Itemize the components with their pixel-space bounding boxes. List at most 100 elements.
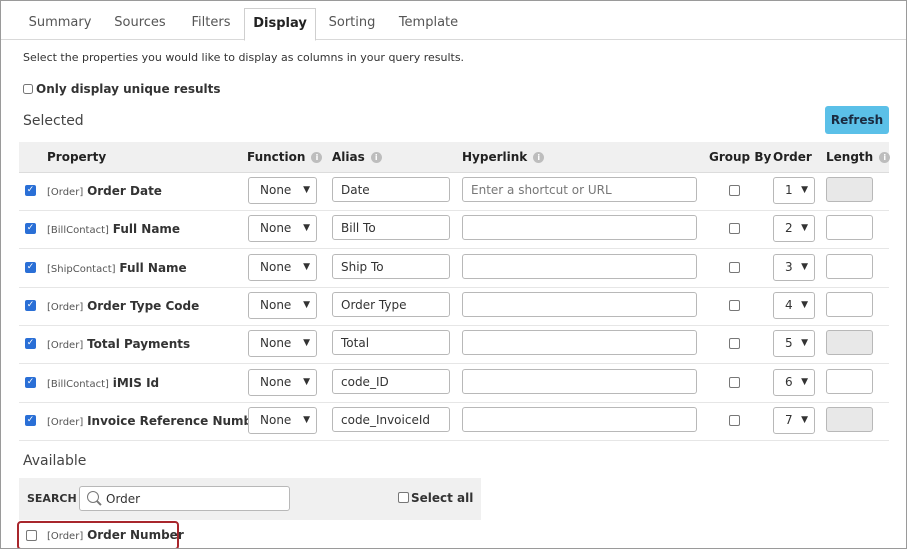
- tab-sorting[interactable]: Sorting: [321, 8, 383, 38]
- alias-input[interactable]: Bill To: [332, 215, 450, 240]
- order-select[interactable]: 5 ▼: [773, 330, 815, 357]
- hyperlink-input[interactable]: [462, 215, 697, 240]
- header-length: Length i: [826, 142, 891, 172]
- group-by-checkbox[interactable]: [729, 415, 740, 426]
- row-include-checkbox[interactable]: ✓: [25, 300, 36, 311]
- order-select[interactable]: 1 ▼: [773, 177, 815, 204]
- function-select[interactable]: None ▼: [248, 254, 317, 281]
- tab-template[interactable]: Template: [391, 8, 466, 38]
- alias-input[interactable]: code_InvoiceId: [332, 407, 450, 432]
- table-row: ✓ [Order] Total Payments None ▼ Total 5 ▼: [19, 325, 889, 364]
- header-group-by: Group By: [709, 150, 772, 164]
- row-include-checkbox[interactable]: ✓: [25, 262, 36, 273]
- table-row: ✓ [ShipContact] Full Name None ▼ Ship To 3 ▼: [19, 249, 889, 288]
- length-input[interactable]: [826, 254, 873, 279]
- function-value: None: [260, 221, 292, 235]
- refresh-button[interactable]: Refresh: [825, 106, 889, 134]
- length-input[interactable]: [826, 330, 873, 355]
- property-tag: [BillContact]: [47, 379, 109, 390]
- info-icon[interactable]: i: [533, 152, 545, 163]
- row-include-checkbox[interactable]: ✓: [25, 415, 36, 426]
- property-name: Invoice Reference Number: [87, 414, 267, 428]
- hyperlink-input[interactable]: [462, 330, 697, 355]
- row-include-checkbox[interactable]: ✓: [25, 377, 36, 388]
- select-all-label: Select all: [411, 491, 474, 505]
- function-select[interactable]: None ▼: [248, 407, 317, 434]
- hyperlink-input[interactable]: [462, 292, 697, 317]
- order-select[interactable]: 7 ▼: [773, 407, 815, 434]
- chevron-down-icon: ▼: [303, 262, 310, 272]
- alias-input[interactable]: Ship To: [332, 254, 450, 279]
- available-item-order-number[interactable]: [Order] Order Number: [17, 521, 184, 548]
- order-select[interactable]: 6 ▼: [773, 369, 815, 396]
- hyperlink-input[interactable]: Enter a shortcut or URL: [462, 177, 697, 202]
- chevron-down-icon: ▼: [801, 415, 808, 425]
- table-row: ✓ [BillContact] Full Name None ▼ Bill To 2 ▼: [19, 210, 889, 249]
- group-by-checkbox[interactable]: [729, 338, 740, 349]
- function-select[interactable]: None ▼: [248, 330, 317, 357]
- chevron-down-icon: ▼: [801, 185, 808, 195]
- alias-input[interactable]: Total: [332, 330, 450, 355]
- unique-results-checkbox[interactable]: [23, 84, 33, 94]
- order-value: 1: [785, 183, 793, 197]
- tab-display[interactable]: Display: [244, 8, 316, 41]
- header-alias: Alias i: [332, 142, 382, 172]
- hyperlink-input[interactable]: [462, 407, 697, 432]
- header-hyperlink: Hyperlink i: [462, 142, 545, 172]
- length-input[interactable]: [826, 292, 873, 317]
- property-tag: [BillContact]: [47, 225, 109, 236]
- tab-filters[interactable]: Filters: [181, 8, 241, 38]
- function-value: None: [260, 336, 292, 350]
- property-name: iMIS Id: [112, 376, 160, 390]
- header-function: Function i: [247, 142, 323, 172]
- length-input[interactable]: [826, 215, 873, 240]
- order-select[interactable]: 3 ▼: [773, 254, 815, 281]
- table-row: ✓ [BillContact] iMIS Id None ▼ code_ID 6 ▼: [19, 364, 889, 403]
- info-icon[interactable]: i: [311, 152, 323, 163]
- function-select[interactable]: None ▼: [248, 369, 317, 396]
- tab-sources[interactable]: Sources: [105, 8, 175, 38]
- property-label: [BillContact] Full Name: [47, 222, 180, 236]
- selected-heading: Selected: [23, 113, 84, 129]
- row-include-checkbox[interactable]: ✓: [25, 223, 36, 234]
- length-input[interactable]: [826, 177, 873, 202]
- group-by-checkbox[interactable]: [729, 262, 740, 273]
- length-input[interactable]: [826, 369, 873, 394]
- group-by-checkbox[interactable]: [729, 223, 740, 234]
- function-value: None: [260, 375, 292, 389]
- info-icon[interactable]: i: [879, 152, 891, 163]
- row-include-checkbox[interactable]: ✓: [25, 185, 36, 196]
- select-all-checkbox[interactable]: [398, 492, 409, 503]
- property-name: Order Date: [87, 184, 162, 198]
- alias-input[interactable]: Order Type: [332, 292, 450, 317]
- property-label: [BillContact] iMIS Id: [47, 376, 159, 390]
- group-by-checkbox[interactable]: [729, 377, 740, 388]
- function-select[interactable]: None ▼: [248, 177, 317, 204]
- function-select[interactable]: None ▼: [248, 292, 317, 319]
- table-row: ✓ [Order] Order Type Code None ▼ Order Type 4…: [19, 287, 889, 326]
- order-select[interactable]: 4 ▼: [773, 292, 815, 319]
- search-input[interactable]: Order: [79, 486, 290, 511]
- function-value: None: [260, 183, 292, 197]
- info-icon[interactable]: i: [370, 152, 382, 163]
- instructions-text: Select the properties you would like to …: [23, 51, 465, 64]
- group-by-checkbox[interactable]: [729, 185, 740, 196]
- unique-results-option[interactable]: Only display unique results: [23, 82, 221, 96]
- group-by-checkbox[interactable]: [729, 300, 740, 311]
- hyperlink-input[interactable]: [462, 254, 697, 279]
- table-row: ✓ [Order] Invoice Reference Number None ▼ co…: [19, 402, 889, 441]
- available-item-checkbox[interactable]: [26, 530, 37, 541]
- order-select[interactable]: 2 ▼: [773, 215, 815, 242]
- function-value: None: [260, 260, 292, 274]
- alias-input[interactable]: code_ID: [332, 369, 450, 394]
- function-select[interactable]: None ▼: [248, 215, 317, 242]
- length-input[interactable]: [826, 407, 873, 432]
- hyperlink-input[interactable]: [462, 369, 697, 394]
- row-include-checkbox[interactable]: ✓: [25, 338, 36, 349]
- property-tag: [Order]: [47, 187, 84, 198]
- alias-input[interactable]: Date: [332, 177, 450, 202]
- select-all-option[interactable]: Select all: [398, 491, 473, 505]
- tab-summary[interactable]: Summary: [21, 8, 99, 38]
- property-name: Order Number: [87, 528, 184, 542]
- header-property: Property: [47, 150, 107, 164]
